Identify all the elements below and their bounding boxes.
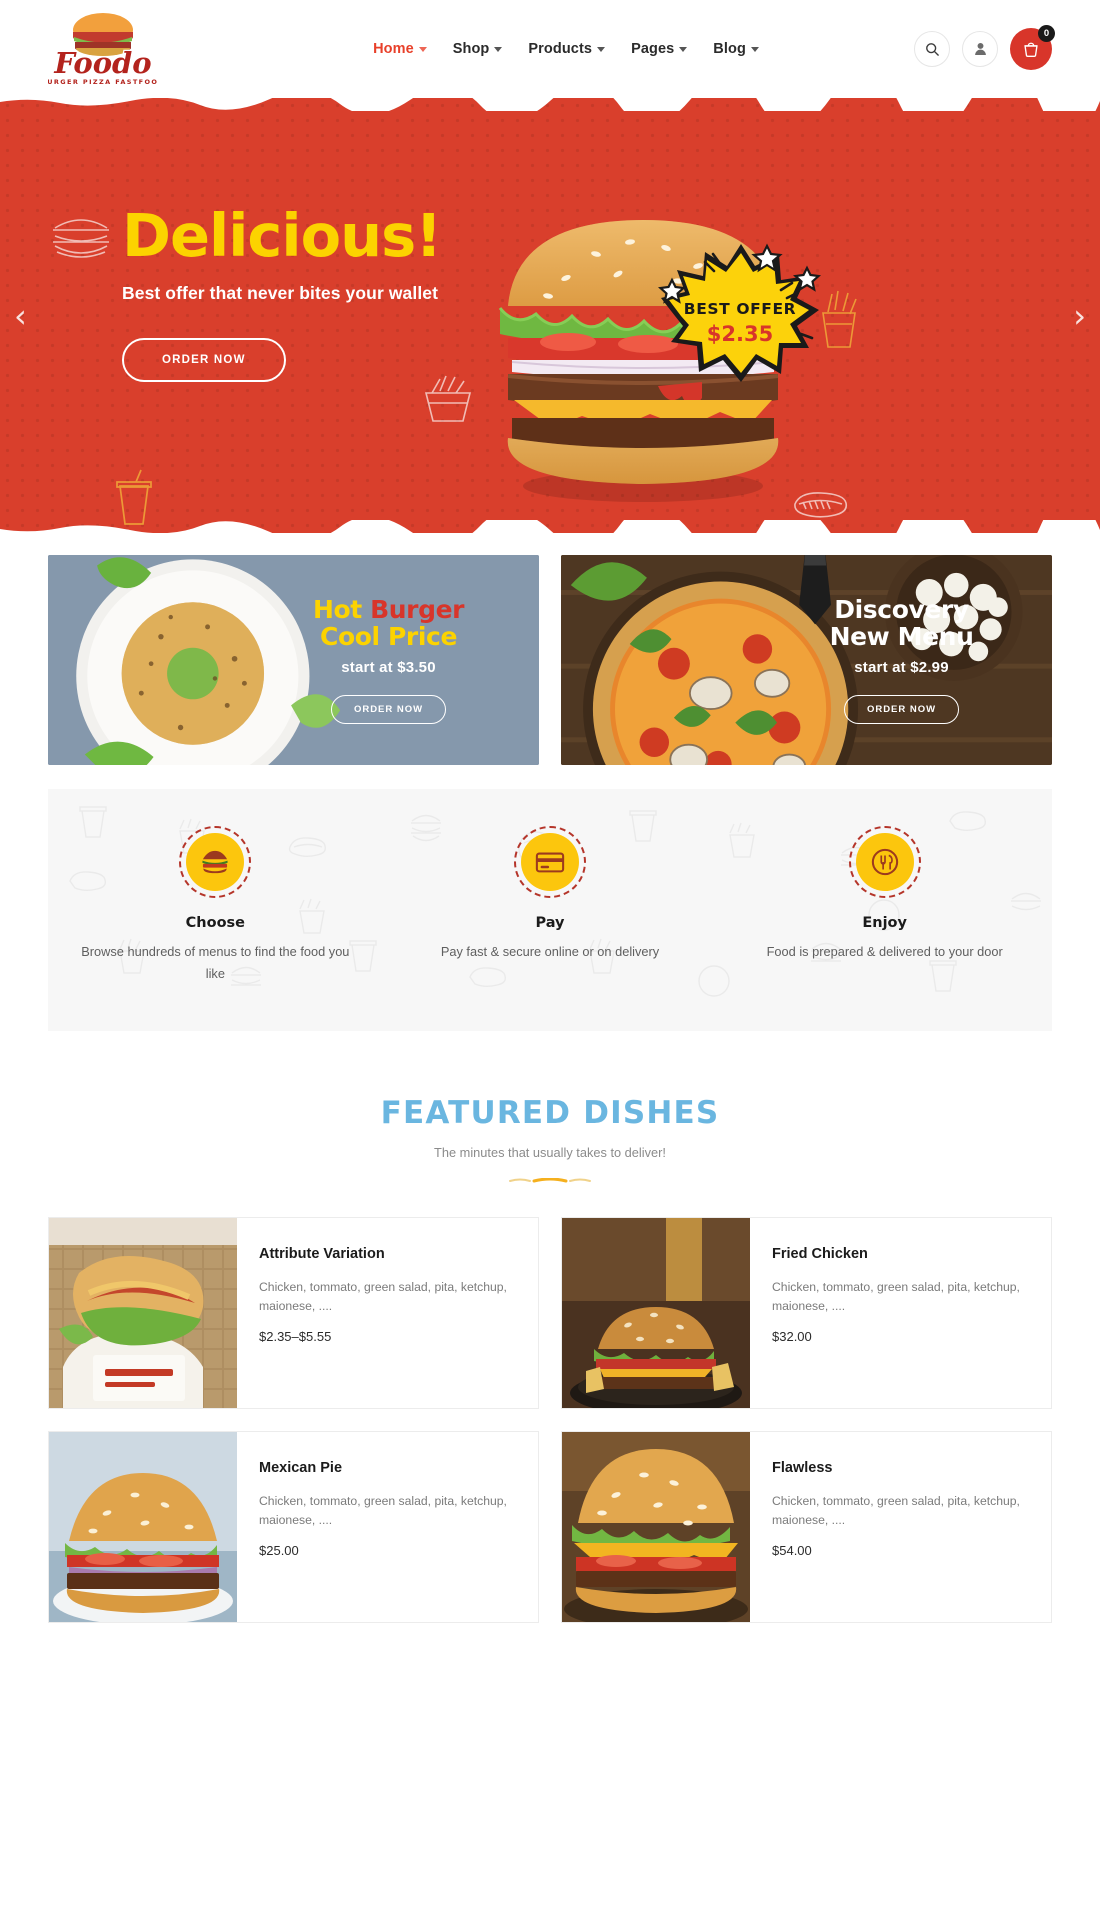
badge-label: BEST OFFER <box>684 300 796 318</box>
svg-text:Foodo: Foodo <box>53 46 151 80</box>
credit-card-icon <box>514 826 586 898</box>
promo-price: start at $2.99 <box>854 659 949 676</box>
search-icon <box>925 42 939 56</box>
dish-description: Chicken, tommato, green salad, pita, ket… <box>259 1494 507 1527</box>
dish-card[interactable]: Fried Chicken Chicken, tommato, green sa… <box>561 1217 1052 1409</box>
nav-item-pages[interactable]: Pages <box>631 41 688 57</box>
badge-price: $2.35 <box>707 322 773 346</box>
dish-name: Mexican Pie <box>259 1460 343 1476</box>
nav-item-home[interactable]: Home <box>373 41 427 57</box>
promo-card-hot-burger[interactable]: Hot Burger Cool Price start at $3.50 ORD… <box>48 555 539 765</box>
step-enjoy: Enjoy Food is prepared & delivered to yo… <box>717 826 1052 985</box>
cart-button[interactable]: 0 <box>1010 25 1055 70</box>
brand-logo[interactable]: Foodo BURGER PIZZA FASTFOOD <box>48 10 158 88</box>
promo-card-discovery-menu[interactable]: Discovery New Menu start at $2.99 ORDER … <box>561 555 1052 765</box>
dish-body: Attribute Variation Chicken, tommato, gr… <box>237 1218 538 1408</box>
step-title: Choose <box>185 915 246 931</box>
nav-item-label: Products <box>528 41 593 57</box>
hero-inner: Delicious! Best offer that never bites y… <box>0 98 1100 533</box>
dish-price: $2.35–$5.55 <box>259 1328 332 1344</box>
nav-item-label: Home <box>373 41 414 57</box>
dish-body: Flawless Chicken, tommato, green salad, … <box>750 1432 1051 1622</box>
main-nav: Home Shop Products Pages Blog <box>218 41 914 57</box>
promo-order-now-button[interactable]: ORDER NOW <box>330 695 447 724</box>
dish-image-sandwich-basket <box>49 1218 237 1408</box>
promo-title-part-1: Discovery <box>834 595 969 624</box>
step-pay: Pay Pay fast & secure online or on deliv… <box>383 826 718 985</box>
burger-icon <box>179 826 252 898</box>
step-choose: Choose Browse hundreds of menus to find … <box>48 826 383 985</box>
user-icon <box>974 42 986 56</box>
step-description: Food is prepared & delivered to your doo… <box>766 944 1003 959</box>
promo-title-part-1: Hot <box>312 595 371 624</box>
cart-icon <box>1024 42 1038 57</box>
chevron-down-icon <box>679 46 688 52</box>
promo-title-part-3: Cool Price <box>320 622 457 651</box>
brand-tagline: BURGER PIZZA FASTFOOD <box>48 78 158 86</box>
hero-order-now-button[interactable]: ORDER NOW <box>122 338 286 382</box>
cart-count-badge: 0 <box>1038 25 1055 42</box>
nav-item-label: Shop <box>452 41 490 57</box>
dish-description: Chicken, tommato, green salad, pita, ket… <box>259 1280 507 1313</box>
dish-card[interactable]: Flawless Chicken, tommato, green salad, … <box>561 1431 1052 1623</box>
chevron-down-icon <box>750 46 759 52</box>
dishes-grid: Attribute Variation Chicken, tommato, gr… <box>0 1189 1100 1663</box>
promo-title: Discovery New Menu <box>777 596 1026 650</box>
promo-price: start at $3.50 <box>341 659 436 676</box>
featured-subtitle: The minutes that usually takes to delive… <box>434 1145 666 1160</box>
dish-description: Chicken, tommato, green salad, pita, ket… <box>772 1494 1020 1527</box>
nav-item-shop[interactable]: Shop <box>453 41 503 57</box>
dish-price: $25.00 <box>259 1542 299 1558</box>
dish-name: Fried Chicken <box>772 1246 868 1262</box>
promo-body: Hot Burger Cool Price start at $3.50 ORD… <box>264 596 539 724</box>
featured-dishes-section: FEATURED DISHES The minutes that usually… <box>0 1031 1100 1663</box>
promo-title: Hot Burger Cool Price <box>264 596 513 650</box>
nav-item-blog[interactable]: Blog <box>713 41 759 57</box>
chevron-down-icon <box>597 46 606 52</box>
step-description: Pay fast & secure online or on delivery <box>440 944 660 959</box>
best-offer-badge: BEST OFFER $2.35 <box>655 238 825 388</box>
step-title: Pay <box>535 915 565 931</box>
promo-title-part-2: Burger <box>370 595 465 624</box>
dish-price: $54.00 <box>772 1542 812 1558</box>
hero-prev-arrow[interactable]: ‹ <box>14 300 27 332</box>
dish-body: Fried Chicken Chicken, tommato, green sa… <box>750 1218 1051 1408</box>
dish-image-burger-cheese <box>562 1432 750 1622</box>
search-button[interactable] <box>914 31 950 67</box>
promo-cards: Hot Burger Cool Price start at $3.50 ORD… <box>0 533 1100 765</box>
dish-card[interactable]: Attribute Variation Chicken, tommato, gr… <box>48 1217 539 1409</box>
chevron-down-icon <box>494 46 503 52</box>
steps-row: Choose Browse hundreds of menus to find … <box>48 826 1052 985</box>
dish-body: Mexican Pie Chicken, tommato, green sala… <box>237 1432 538 1622</box>
dish-image-burger-blue <box>49 1432 237 1622</box>
dish-price: $32.00 <box>772 1328 812 1344</box>
step-title: Enjoy <box>862 915 907 931</box>
nav-item-label: Blog <box>713 41 746 57</box>
promo-order-now-button[interactable]: ORDER NOW <box>843 695 960 724</box>
dish-name: Attribute Variation <box>259 1246 385 1262</box>
featured-divider <box>509 1177 591 1183</box>
account-button[interactable] <box>962 31 998 67</box>
promo-title-part-3: New Menu <box>829 622 974 651</box>
chevron-down-icon <box>418 46 427 52</box>
dish-image-burger-plate <box>562 1218 750 1408</box>
promo-body: Discovery New Menu start at $2.99 ORDER … <box>777 596 1052 724</box>
hero-next-arrow[interactable]: › <box>1073 300 1086 332</box>
plate-cutlery-icon <box>848 826 921 898</box>
nav-item-products[interactable]: Products <box>528 41 606 57</box>
dish-card[interactable]: Mexican Pie Chicken, tommato, green sala… <box>48 1431 539 1623</box>
header-actions: 0 <box>914 25 1055 70</box>
featured-header: FEATURED DISHES The minutes that usually… <box>0 1031 1100 1189</box>
dish-name: Flawless <box>772 1460 833 1476</box>
nav-item-label: Pages <box>631 41 675 57</box>
step-description: Browse hundreds of menus to find the foo… <box>81 944 350 981</box>
hero-banner: Delicious! Best offer that never bites y… <box>0 98 1100 533</box>
dish-description: Chicken, tommato, green salad, pita, ket… <box>772 1280 1020 1313</box>
featured-title: FEATURED DISHES <box>380 1095 720 1131</box>
site-header: Foodo BURGER PIZZA FASTFOOD Home Shop Pr… <box>0 0 1100 98</box>
how-it-works-section: Choose Browse hundreds of menus to find … <box>48 789 1052 1031</box>
